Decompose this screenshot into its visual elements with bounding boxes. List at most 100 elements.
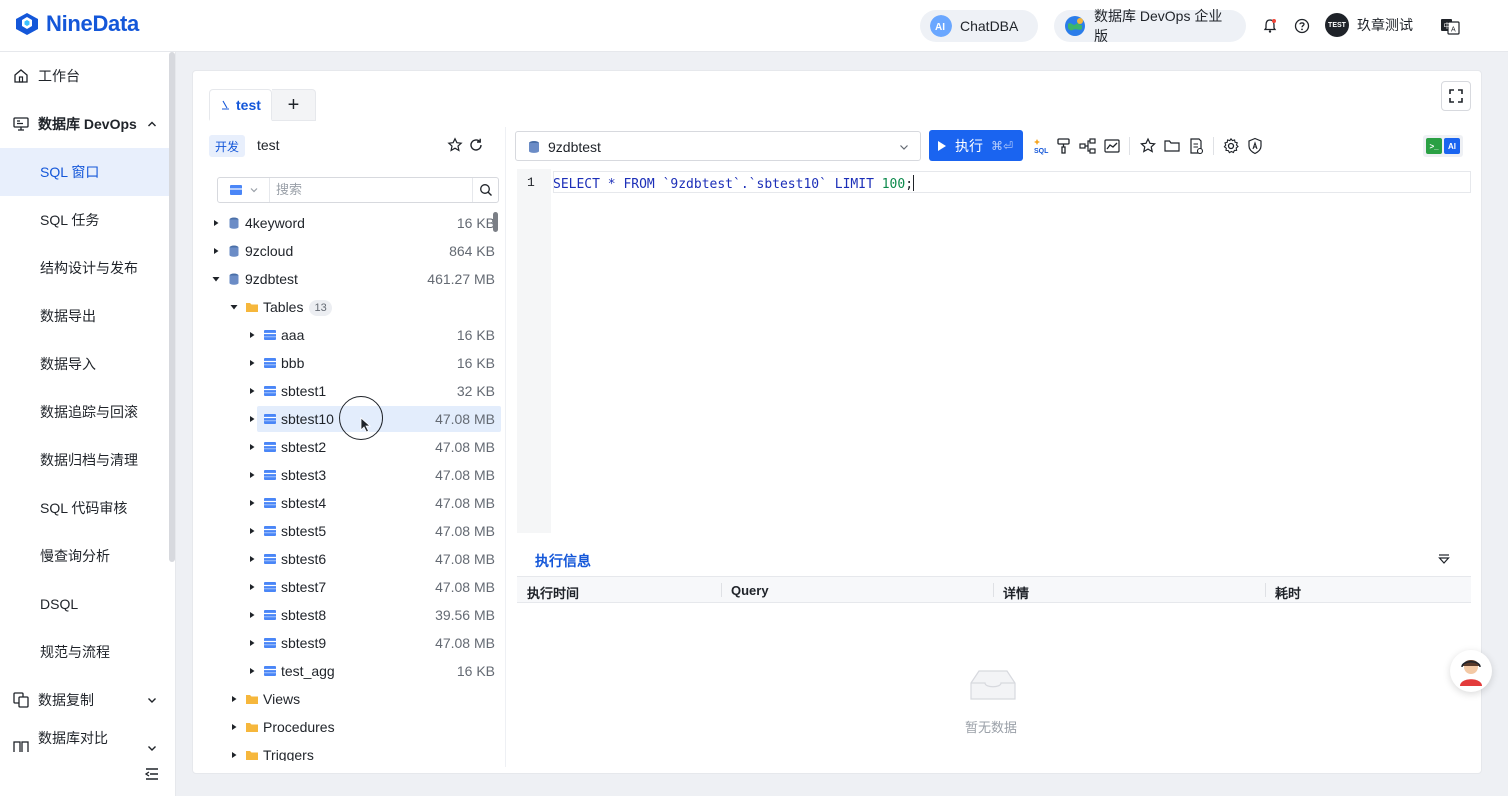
- tree-node-label: sbtest5: [281, 523, 327, 539]
- nav-item-data-archive[interactable]: 数据归档与清理: [0, 436, 170, 484]
- nav-group-replication[interactable]: 数据复制: [0, 676, 170, 724]
- tree-database-row[interactable]: 9zcloud 864 KB: [209, 237, 501, 265]
- tree-database-row[interactable]: 4keyword 16 KB: [209, 209, 501, 237]
- add-tab-button[interactable]: +: [271, 89, 316, 121]
- language-switch-icon[interactable]: 中A: [1440, 16, 1460, 36]
- sql-code[interactable]: SELECT * FROM `9zdbtest`.`sbtest10` LIMI…: [553, 175, 915, 192]
- user-menu[interactable]: TEST 玖章测试: [1325, 13, 1413, 37]
- caret-right-icon[interactable]: [211, 246, 221, 256]
- column-divider[interactable]: [1265, 583, 1266, 597]
- caret-right-icon[interactable]: [247, 358, 257, 368]
- history-file-icon[interactable]: [1187, 137, 1205, 155]
- chevron-down-icon: [900, 145, 908, 150]
- settings-gear-icon[interactable]: [1222, 137, 1240, 155]
- nav-item-data-export[interactable]: 数据导出: [0, 292, 170, 340]
- tab-execution-info[interactable]: 执行信息: [529, 551, 597, 580]
- caret-right-icon[interactable]: [247, 330, 257, 340]
- chart-icon[interactable]: [1103, 137, 1121, 155]
- caret-right-icon[interactable]: [211, 218, 221, 228]
- nav-item-data-import[interactable]: 数据导入: [0, 340, 170, 388]
- fullscreen-button[interactable]: [1441, 81, 1471, 111]
- nav-group-compare[interactable]: 数据库对比: [0, 724, 170, 752]
- tree-table-row[interactable]: sbtest8 39.56 MB: [209, 601, 501, 629]
- collapse-panel-icon[interactable]: [1437, 553, 1451, 567]
- nav-item-dsql[interactable]: DSQL: [0, 580, 170, 628]
- caret-down-icon[interactable]: [229, 302, 239, 312]
- notification-bell-icon[interactable]: [1260, 16, 1280, 36]
- caret-right-icon[interactable]: [229, 750, 239, 760]
- database-select[interactable]: 9zdbtest: [515, 131, 921, 161]
- execution-plan-icon[interactable]: [1079, 137, 1097, 155]
- tree-folder-row[interactable]: Triggers: [209, 741, 501, 761]
- favorite-star-icon[interactable]: [447, 137, 463, 153]
- tree-table-row[interactable]: sbtest6 47.08 MB: [209, 545, 501, 573]
- tree-table-row[interactable]: bbb 16 KB: [209, 349, 501, 377]
- caret-right-icon[interactable]: [229, 722, 239, 732]
- help-icon[interactable]: [1292, 16, 1312, 36]
- column-header-exec-time[interactable]: 执行时间: [527, 583, 579, 602]
- caret-right-icon[interactable]: [247, 414, 257, 424]
- ai-mode-icon[interactable]: AI: [1444, 138, 1460, 154]
- sql-format-icon[interactable]: SQL: [1033, 137, 1051, 155]
- brand-logo[interactable]: NineData: [14, 11, 139, 37]
- tree-database-row[interactable]: 9zdbtest 461.27 MB: [209, 265, 501, 293]
- caret-right-icon[interactable]: [247, 498, 257, 508]
- column-header-duration[interactable]: 耗时: [1275, 583, 1301, 602]
- caret-right-icon[interactable]: [247, 582, 257, 592]
- nav-item-sql-review[interactable]: SQL 代码审核: [0, 484, 170, 532]
- object-size: 16 KB: [456, 663, 495, 679]
- object-type-filter[interactable]: [218, 178, 270, 202]
- pane-splitter[interactable]: [505, 127, 506, 767]
- caret-right-icon[interactable]: [247, 610, 257, 620]
- nav-item-data-rollback[interactable]: 数据追踪与回滚: [0, 388, 170, 436]
- query-file-icon: [222, 100, 229, 110]
- tree-folder-row[interactable]: Procedures: [209, 713, 501, 741]
- tree-folder-tables[interactable]: Tables 13: [209, 293, 501, 321]
- nav-group-devops[interactable]: 数据库 DevOps: [0, 100, 170, 148]
- tree-table-row[interactable]: sbtest3 47.08 MB: [209, 461, 501, 489]
- sql-editor[interactable]: 1 SELECT * FROM `9zdbtest`.`sbtest10` LI…: [517, 169, 1471, 533]
- caret-right-icon[interactable]: [247, 526, 257, 536]
- tree-table-row[interactable]: sbtest9 47.08 MB: [209, 629, 501, 657]
- nav-item-schema-design[interactable]: 结构设计与发布: [0, 244, 170, 292]
- column-header-query[interactable]: Query: [731, 583, 769, 598]
- edition-switch-button[interactable]: 数据库 DevOps 企业版: [1054, 8, 1246, 44]
- refresh-icon[interactable]: [468, 137, 484, 153]
- nav-item-slow-query[interactable]: 慢查询分析: [0, 532, 170, 580]
- nav-item-standards[interactable]: 规范与流程: [0, 628, 170, 676]
- nav-scrollbar[interactable]: [169, 52, 175, 562]
- caret-right-icon[interactable]: [229, 694, 239, 704]
- tree-table-row[interactable]: test_agg 16 KB: [209, 657, 501, 685]
- nav-item-sql-task[interactable]: SQL 任务: [0, 196, 170, 244]
- caret-right-icon[interactable]: [247, 638, 257, 648]
- execute-button[interactable]: 执行 ⌘⏎: [929, 130, 1023, 161]
- tree-scrollbar[interactable]: [493, 212, 498, 232]
- search-input[interactable]: [276, 182, 466, 197]
- paint-brush-icon[interactable]: [1055, 137, 1073, 155]
- folder-icon[interactable]: [1163, 137, 1181, 155]
- caret-right-icon[interactable]: [247, 666, 257, 676]
- caret-right-icon[interactable]: [247, 386, 257, 396]
- nav-item-workbench[interactable]: 工作台: [0, 52, 170, 100]
- column-divider[interactable]: [721, 583, 722, 597]
- column-header-details[interactable]: 详情: [1003, 583, 1029, 602]
- search-button[interactable]: [472, 178, 498, 202]
- caret-right-icon[interactable]: [247, 554, 257, 564]
- collapse-menu-icon[interactable]: [144, 766, 160, 782]
- caret-right-icon[interactable]: [247, 470, 257, 480]
- nav-item-sql-window[interactable]: SQL 窗口: [0, 148, 174, 196]
- caret-down-icon[interactable]: [211, 274, 221, 284]
- chatdba-button[interactable]: AI ChatDBA: [920, 10, 1038, 42]
- terminal-mode-icon[interactable]: >_: [1426, 138, 1442, 154]
- tree-table-row[interactable]: sbtest5 47.08 MB: [209, 517, 501, 545]
- tab-test[interactable]: test: [209, 89, 272, 121]
- support-assistant-button[interactable]: [1450, 650, 1492, 692]
- column-divider[interactable]: [993, 583, 994, 597]
- tree-table-row[interactable]: sbtest4 47.08 MB: [209, 489, 501, 517]
- favorite-sql-icon[interactable]: [1139, 137, 1157, 155]
- tree-table-row[interactable]: sbtest7 47.08 MB: [209, 573, 501, 601]
- security-shield-icon[interactable]: [1246, 137, 1264, 155]
- caret-right-icon[interactable]: [247, 442, 257, 452]
- tree-folder-row[interactable]: Views: [209, 685, 501, 713]
- tree-table-row[interactable]: aaa 16 KB: [209, 321, 501, 349]
